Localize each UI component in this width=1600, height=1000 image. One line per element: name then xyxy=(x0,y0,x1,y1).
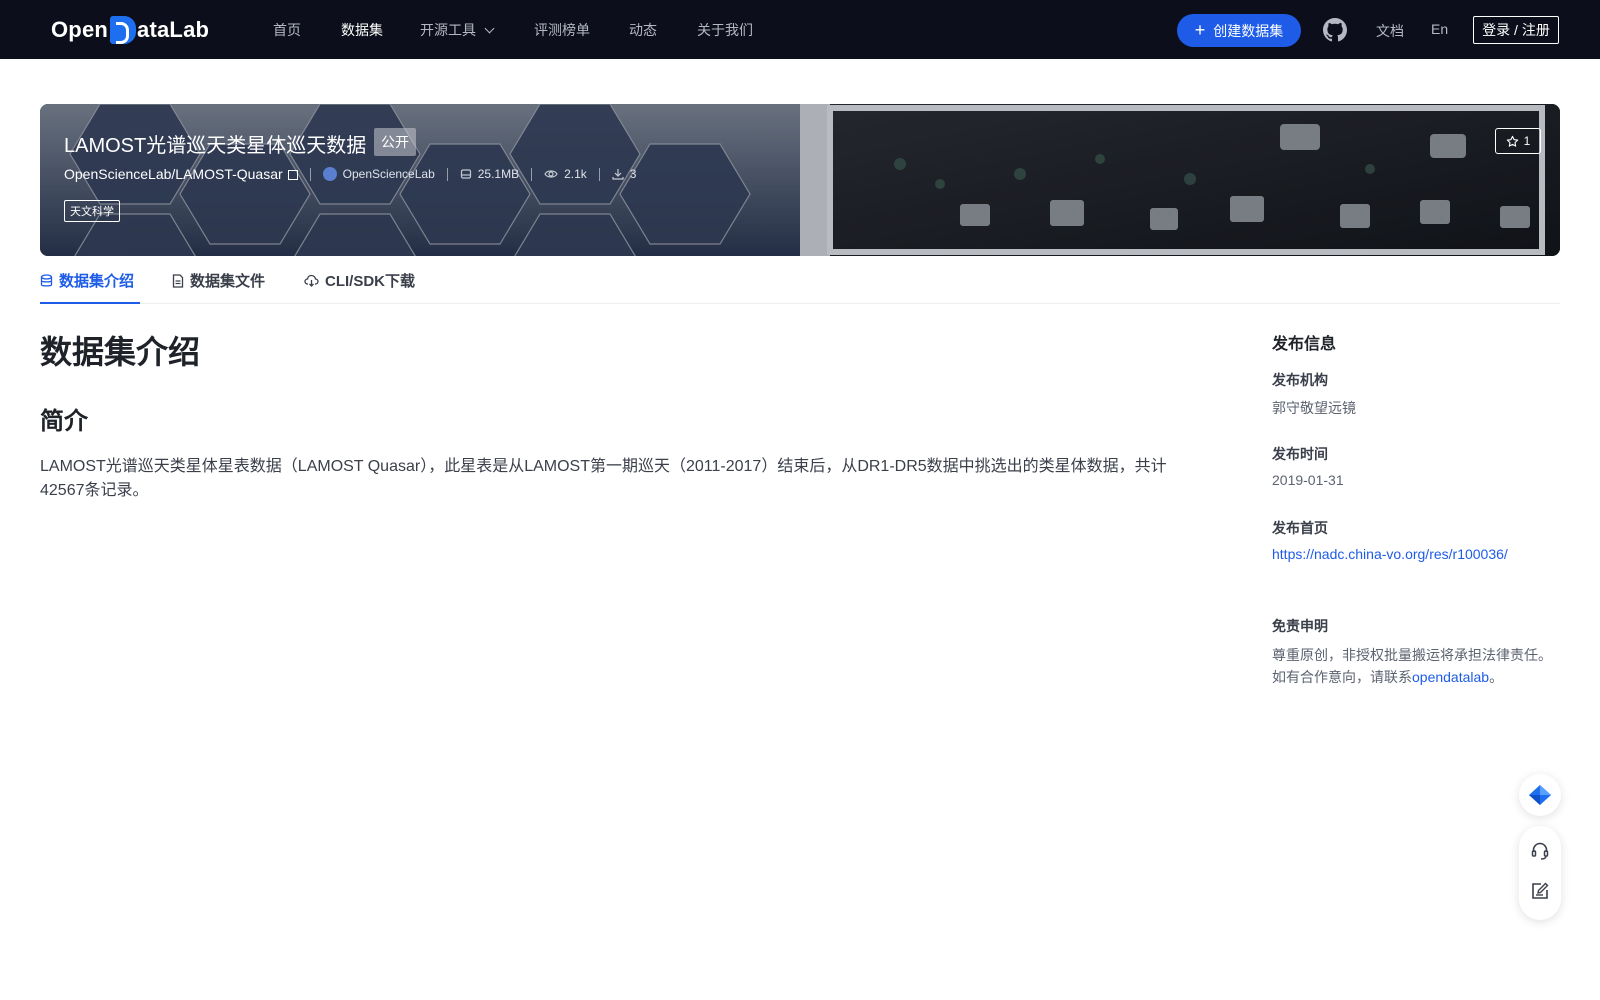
tab-cli-sdk-download[interactable]: CLI/SDK下载 xyxy=(304,270,415,291)
disclaimer-prefix: 如有合作意向，请联系 xyxy=(1272,669,1412,685)
top-navbar: Open ataLab 首页 数据集 开源工具 评测榜单 动态 关于我们 + 创… xyxy=(0,0,1600,59)
headset-support-icon[interactable] xyxy=(1530,841,1550,861)
dataset-size: 25.1MB xyxy=(477,167,520,181)
visibility-badge: 公开 xyxy=(374,128,416,156)
publish-date-value: 2019-01-31 xyxy=(1272,472,1344,488)
tab-dataset-files[interactable]: 数据集文件 xyxy=(172,270,265,291)
org-name[interactable]: OpenScienceLab xyxy=(343,167,435,181)
copy-icon[interactable] xyxy=(287,170,298,180)
star-count: 1 xyxy=(1523,134,1531,148)
language-switch[interactable]: En xyxy=(1431,21,1448,37)
publish-date-label: 发布时间 xyxy=(1272,446,1328,462)
file-icon xyxy=(172,273,184,288)
nav-item-datasets[interactable]: 数据集 xyxy=(341,20,383,40)
divider xyxy=(531,167,533,181)
contact-link[interactable]: opendatalab xyxy=(1412,669,1489,685)
create-dataset-label: 创建数据集 xyxy=(1213,22,1284,39)
nav-item-news[interactable]: 动态 xyxy=(629,20,657,40)
homepage-link[interactable]: https://nadc.china-vo.org/res/r100036/ xyxy=(1272,546,1508,562)
download-icon xyxy=(612,169,624,180)
download-count: 3 xyxy=(629,167,637,181)
divider xyxy=(446,167,448,181)
nav-item-open-source-tools[interactable]: 开源工具 xyxy=(420,20,495,40)
section-heading-intro: 简介 xyxy=(40,408,88,435)
nav-item-about-us[interactable]: 关于我们 xyxy=(697,20,753,40)
divider xyxy=(598,167,600,181)
category-tag[interactable]: 天文科学 xyxy=(64,200,120,222)
floating-app-button[interactable] xyxy=(1519,774,1561,816)
dataset-meta-row: OpenScienceLab/LAMOST-Quasar OpenScience… xyxy=(64,166,636,182)
org-avatar xyxy=(322,167,337,181)
tab-label: CLI/SDK下载 xyxy=(325,273,416,290)
nav-item-label: 开源工具 xyxy=(420,22,476,38)
cloud-download-icon xyxy=(304,274,319,287)
feedback-edit-icon[interactable] xyxy=(1530,881,1550,901)
dataset-tabs: 数据集介绍 数据集文件 CLI/SDK下载 xyxy=(40,260,1560,304)
page-title: 数据集介绍 xyxy=(40,334,201,370)
dataset-banner: LAMOST光谱巡天类星体巡天数据 公开 OpenScienceLab/LAMO… xyxy=(40,104,1560,256)
nav-docs-link[interactable]: 文档 xyxy=(1376,21,1404,41)
publisher-label: 发布机构 xyxy=(1272,372,1328,388)
view-count: 2.1k xyxy=(564,167,587,181)
logo-d-mark-icon xyxy=(110,16,137,44)
diamond-logo-icon xyxy=(1529,785,1551,805)
disclaimer-line-2: 如有合作意向，请联系opendatalab。 xyxy=(1272,666,1562,688)
logo-text-open: Open xyxy=(51,17,109,42)
disclaimer-line-1: 尊重原创，非授权批量搬运将承担法律责任。 xyxy=(1272,647,1552,663)
tab-label: 数据集文件 xyxy=(190,273,266,290)
divider xyxy=(309,167,311,181)
eye-icon xyxy=(544,170,558,178)
opendatalab-logo[interactable]: Open ataLab xyxy=(51,14,209,46)
floating-toolbar xyxy=(1519,826,1561,920)
publish-info-heading: 发布信息 xyxy=(1272,336,1337,353)
star-button[interactable]: 1 xyxy=(1495,128,1541,154)
create-dataset-button[interactable]: + 创建数据集 xyxy=(1177,14,1301,47)
disclaimer-text: 尊重原创，非授权批量搬运将承担法律责任。 如有合作意向，请联系opendatal… xyxy=(1272,644,1562,688)
dataset-description: LAMOST光谱巡天类星体星表数据（LAMOST Quasar），此星表是从LA… xyxy=(40,458,1167,499)
tab-label: 数据集介绍 xyxy=(59,273,135,290)
tab-dataset-intro[interactable]: 数据集介绍 xyxy=(40,270,134,291)
dataset-path: OpenScienceLab/LAMOST-Quasar xyxy=(64,166,283,182)
login-register-button[interactable]: 登录 / 注册 xyxy=(1473,16,1559,44)
disclaimer-label: 免责申明 xyxy=(1272,618,1328,634)
storage-icon xyxy=(460,169,471,179)
plus-icon: + xyxy=(1194,19,1206,40)
github-icon[interactable] xyxy=(1323,18,1347,42)
nav-item-home[interactable]: 首页 xyxy=(273,20,301,40)
database-icon xyxy=(40,273,53,287)
disclaimer-suffix: 。 xyxy=(1489,669,1504,685)
logo-text-datalab: ataLab xyxy=(137,17,210,42)
star-icon xyxy=(1506,135,1518,147)
active-tab-indicator xyxy=(40,302,140,304)
homepage-label: 发布首页 xyxy=(1272,520,1328,536)
chevron-down-icon xyxy=(484,23,495,34)
dataset-title: LAMOST光谱巡天类星体巡天数据 xyxy=(64,135,367,157)
publisher-value: 郭守敬望远镜 xyxy=(1272,400,1356,416)
nav-item-leaderboard[interactable]: 评测榜单 xyxy=(534,20,590,40)
